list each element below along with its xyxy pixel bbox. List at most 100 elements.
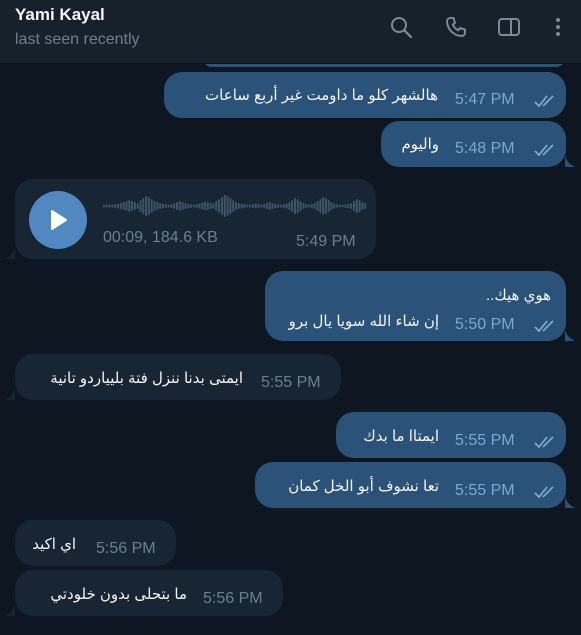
bubble-tail [5,604,15,616]
message-list[interactable]: هالشهر كلو ما داومت غير أربع ساعات 5:47 … [0,64,581,635]
play-button[interactable] [29,191,87,249]
waveform-bar [271,203,274,209]
waveform-bar [153,201,156,211]
waveform-bar [330,202,333,210]
message-time: 5:56 PM [96,540,156,557]
waveform-bar [122,202,125,210]
waveform-bar [358,200,361,212]
sidebar-toggle-icon[interactable] [496,14,522,40]
waveform-bar [156,202,159,210]
waveform-bar [103,204,105,208]
waveform-bar [133,202,136,210]
waveform-bar [344,204,347,208]
waveform-bar [221,197,223,215]
message-text: ايمتاا ما بدك [363,428,439,445]
waveform-bar [226,196,229,216]
message-bubble[interactable]: ايمتاا ما بدك 5:55 PM [336,412,566,458]
chat-title[interactable]: Yami Kayal [15,5,105,25]
message-bubble[interactable]: ايمتى بدنا ننزل فتة بليياردو تانية 5:55 … [15,354,341,400]
waveform-bar [333,203,336,209]
play-icon [51,210,67,230]
message-bubble[interactable]: ما بتحلى بدون خلودتي 5:56 PM [15,570,283,616]
message-text: واليوم [401,136,439,153]
waveform-bar [350,203,353,209]
waveform-bar [181,202,184,210]
waveform-bar [310,204,313,208]
waveform-bar [246,204,249,208]
waveform-bar [243,204,246,208]
message-bubble[interactable]: واليوم 5:48 PM [381,121,566,167]
chat-header: Yami Kayal last seen recently [0,0,581,64]
message-time: 5:55 PM [455,482,515,499]
waveform-bar [105,204,108,208]
bubble-tail [565,496,575,508]
waveform-bar [131,201,134,211]
waveform-bar [279,204,282,208]
waveform-bar [288,202,291,210]
waveform-bar [282,204,285,208]
waveform-bar [176,202,178,210]
waveform-bar [195,204,198,208]
waveform-bar [204,201,207,211]
waveform-bar [142,198,145,214]
waveform-bar [190,204,193,208]
bubble-tail [565,329,575,341]
waveform-bar [139,200,142,212]
waveform-bar [305,204,308,208]
message-bubble[interactable]: هالشهر كلو ما داومت غير أربع ساعات 5:47 … [164,72,566,118]
waveform-bar [164,204,167,208]
message-time: 5:49 PM [296,233,356,250]
previous-message-bubble [203,64,565,67]
voice-waveform[interactable] [103,193,367,219]
message-text-line: هوي هيك.. [486,287,551,304]
waveform-bar [296,199,299,213]
voice-message-bubble[interactable]: 00:09, 184.6 KB 5:49 PM [15,179,376,259]
waveform-bar [347,203,350,209]
waveform-bar [128,200,131,212]
waveform-bar [319,199,322,213]
waveform-bar [136,203,139,209]
message-time: 5:56 PM [203,590,263,607]
voice-duration-size: 00:09, 184.6 KB [103,229,218,246]
waveform-bar [251,204,254,208]
message-text: هالشهر كلو ما داومت غير أربع ساعات [205,87,438,104]
waveform-bar [162,203,164,209]
waveform-bar [167,204,170,208]
waveform-bar [108,204,111,208]
read-receipt-icon [534,144,554,157]
waveform-bar [198,203,201,209]
phone-icon[interactable] [443,14,469,40]
waveform-bar [237,203,240,209]
waveform-bar [114,204,117,208]
message-text: اي اكيد [32,536,76,553]
waveform-bar [170,204,173,208]
message-bubble[interactable]: اي اكيد 5:56 PM [15,520,176,566]
waveform-bar [117,203,119,209]
more-vertical-icon[interactable] [545,14,571,40]
message-time: 5:47 PM [455,91,515,108]
waveform-bar [223,195,226,217]
message-bubble[interactable]: هوي هيك.. إن شاء الله سويا يال برو 5:50 … [265,271,566,341]
message-bubble[interactable]: تعا نشوف أبو الخل كمان 5:55 PM [255,462,566,508]
waveform-bar [299,201,302,211]
waveform-bar [336,204,339,208]
waveform-bar [274,203,277,209]
message-text: تعا نشوف أبو الخل كمان [288,478,439,495]
waveform-bar [355,199,358,213]
message-text-line: إن شاء الله سويا يال برو [288,313,439,330]
waveform-bar [111,204,114,208]
waveform-bar [240,203,243,209]
waveform-bar [147,197,150,215]
message-text: ايمتى بدنا ننزل فتة بليياردو تانية [50,370,243,387]
message-time: 5:50 PM [455,316,515,333]
waveform-bar [173,203,176,209]
waveform-bar [187,203,190,209]
search-icon[interactable] [388,14,414,40]
waveform-bar [150,199,153,213]
waveform-bar [260,204,263,208]
waveform-bar [201,202,204,210]
waveform-bar [206,202,209,210]
message-time: 5:55 PM [261,374,321,391]
waveform-bar [308,204,310,208]
waveform-bar [119,203,122,209]
